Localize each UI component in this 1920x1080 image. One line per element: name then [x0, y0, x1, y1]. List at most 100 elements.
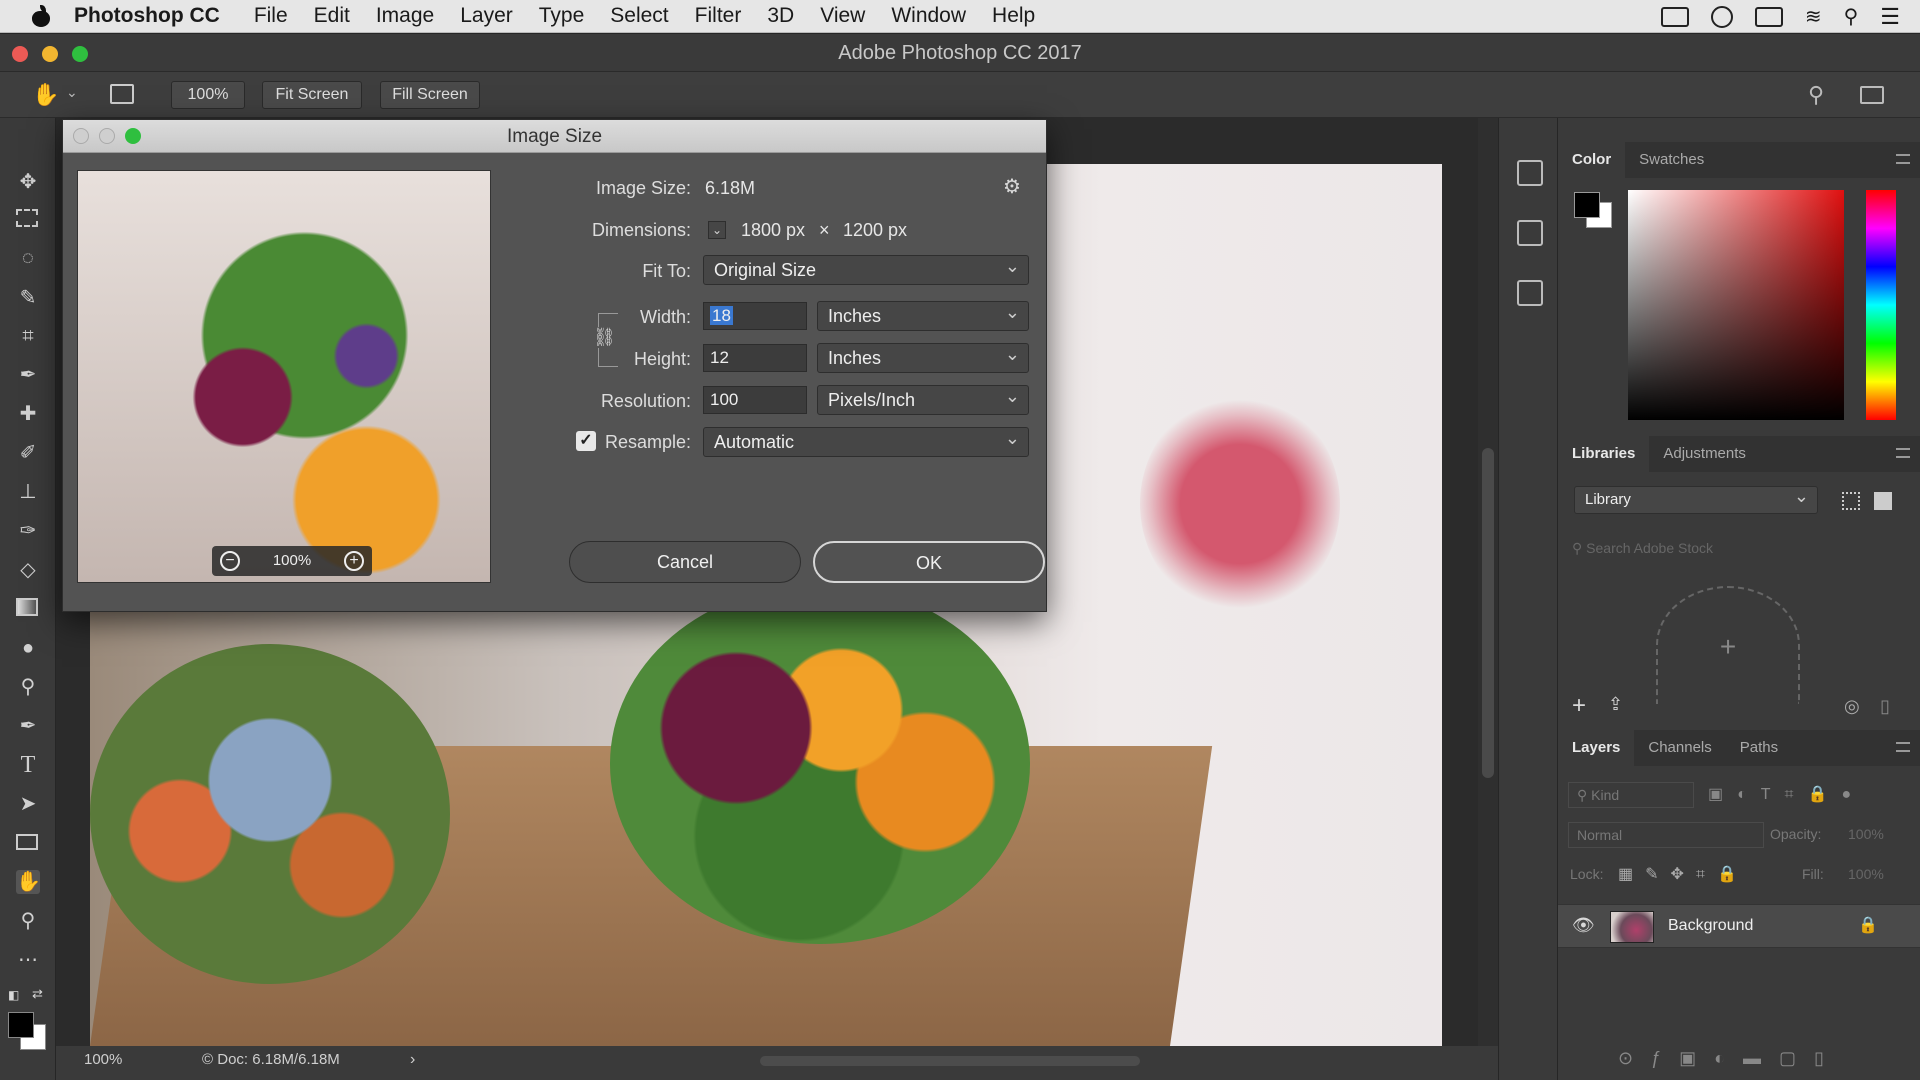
lasso-tool-icon[interactable]: ◌	[16, 246, 40, 270]
resample-select[interactable]: Automatic	[703, 424, 1029, 457]
image-preview[interactable]: − 100% +	[77, 170, 491, 583]
menu-help[interactable]: Help	[992, 4, 1035, 28]
tab-adjustments[interactable]: Adjustments	[1649, 436, 1760, 472]
menu-window[interactable]: Window	[891, 4, 966, 28]
display-icon[interactable]	[1660, 6, 1689, 27]
menu-image[interactable]: Image	[376, 4, 434, 28]
layer-name[interactable]: Background	[1668, 917, 1753, 935]
crop-tool-icon[interactable]: ⌗	[16, 324, 40, 348]
zoom-out-icon[interactable]: −	[220, 551, 240, 571]
sync-status-icon[interactable]: ◎	[1844, 696, 1860, 717]
history-brush-tool-icon[interactable]: ✑	[16, 519, 40, 543]
menu-view[interactable]: View	[820, 4, 865, 28]
close-window-button[interactable]	[12, 46, 28, 62]
layer-kind-filter[interactable]: ⚲ Kind	[1568, 782, 1694, 808]
menu-layer[interactable]: Layer	[460, 4, 513, 28]
stock-search-field[interactable]: ⚲ Search Adobe Stock	[1572, 534, 1906, 562]
constrain-proportions-link-icon[interactable]: ⛓	[593, 327, 616, 348]
default-colors-icon[interactable]: ◧	[8, 988, 19, 1002]
list-view-icon[interactable]	[1874, 492, 1892, 510]
grid-view-icon[interactable]	[1842, 492, 1860, 510]
height-unit-select[interactable]: Inches	[817, 340, 1029, 373]
status-menu-chevron-icon[interactable]: ›	[410, 1046, 415, 1074]
color-picker-field[interactable]	[1628, 190, 1844, 420]
zoom-window-button[interactable]	[72, 46, 88, 62]
opacity-value[interactable]: 100%	[1848, 826, 1884, 842]
menu-select[interactable]: Select	[610, 4, 668, 28]
layers-bottom-toolbar[interactable]: ⊙ƒ▣◐▬▢▯	[1558, 1036, 1920, 1080]
quick-selection-tool-icon[interactable]: ✎	[16, 286, 40, 310]
resolution-input[interactable]: 100	[703, 386, 807, 414]
tab-layers[interactable]: Layers	[1558, 730, 1635, 766]
creative-cloud-icon[interactable]	[1710, 5, 1733, 28]
dialog-close-button[interactable]	[73, 128, 89, 144]
dialog-minimize-button[interactable]	[99, 128, 115, 144]
marquee-tool-icon[interactable]	[16, 209, 38, 227]
fill-value[interactable]: 100%	[1848, 866, 1884, 882]
healing-brush-tool-icon[interactable]: ✚	[16, 402, 40, 426]
hue-slider[interactable]	[1866, 190, 1896, 420]
width-unit-select[interactable]: Inches	[817, 298, 1029, 331]
menu-filter[interactable]: Filter	[695, 4, 742, 28]
path-selection-tool-icon[interactable]: ➤	[16, 792, 40, 816]
dimensions-units-dropdown[interactable]: ⌄	[708, 221, 726, 239]
layer-filter-icons[interactable]: ▣◐T⌗🔒●	[1708, 784, 1865, 804]
notification-list-icon[interactable]: ☰	[1880, 4, 1900, 30]
wifi-icon[interactable]: ≋	[1805, 4, 1822, 29]
upload-icon[interactable]: ⇪	[1608, 694, 1623, 715]
move-tool-icon[interactable]: ✥	[16, 170, 40, 194]
status-zoom[interactable]: 100%	[84, 1046, 122, 1074]
brush-tool-icon[interactable]: ✐	[16, 441, 40, 465]
apple-logo-icon[interactable]	[30, 5, 52, 27]
fit-to-select[interactable]: Original Size	[703, 252, 1029, 285]
zoom-in-icon[interactable]: +	[344, 551, 364, 571]
pen-tool-icon[interactable]: ✒	[16, 714, 40, 738]
gradient-tool-icon[interactable]	[16, 598, 38, 616]
menu-file[interactable]: File	[254, 4, 288, 28]
more-tools-icon[interactable]: ⋯	[16, 948, 40, 972]
history-panel-icon[interactable]	[1517, 160, 1543, 186]
tab-channels[interactable]: Channels	[1634, 730, 1725, 766]
rectangle-tool-icon[interactable]	[16, 834, 38, 850]
fit-screen-button[interactable]: Fit Screen	[262, 81, 362, 109]
vertical-scrollbar[interactable]	[1478, 118, 1498, 1046]
fill-screen-button[interactable]: Fill Screen	[380, 81, 480, 109]
dodge-tool-icon[interactable]: ⚲	[16, 675, 40, 699]
zoom-100-button[interactable]: 100%	[171, 81, 245, 109]
properties-panel-icon[interactable]	[1517, 220, 1543, 246]
hand-tool-icon[interactable]: ✋	[16, 870, 41, 894]
add-library-item-icon[interactable]: +	[1656, 586, 1800, 704]
delete-library-item-icon[interactable]: ▯	[1880, 696, 1890, 717]
tool-preset-chevron-icon[interactable]: ⌄	[66, 84, 78, 101]
library-select[interactable]: Library	[1574, 483, 1818, 514]
tab-swatches[interactable]: Swatches	[1625, 142, 1718, 178]
zoom-tool-icon[interactable]: ⚲	[16, 909, 40, 933]
lock-icons[interactable]: ▦✎✥⌗🔒	[1618, 864, 1749, 884]
vertical-scroll-thumb[interactable]	[1482, 448, 1494, 778]
type-tool-icon[interactable]: T	[16, 753, 40, 777]
search-icon[interactable]: ⚲	[1808, 82, 1824, 108]
workspace-switcher-icon[interactable]	[1860, 86, 1884, 104]
tab-color[interactable]: Color	[1558, 142, 1626, 178]
eraser-tool-icon[interactable]: ◇	[16, 558, 40, 582]
scroll-all-windows-icon[interactable]	[110, 84, 134, 104]
layer-row-background[interactable]: 👁 Background 🔒	[1558, 904, 1920, 948]
tab-libraries[interactable]: Libraries	[1558, 436, 1650, 472]
panel-menu-icon[interactable]	[1896, 742, 1910, 752]
resolution-unit-select[interactable]: Pixels/Inch	[817, 382, 1029, 415]
minimize-window-button[interactable]	[42, 46, 58, 62]
ok-button[interactable]: OK	[813, 541, 1045, 583]
dialog-zoom-button[interactable]	[125, 128, 141, 144]
width-input[interactable]: 18	[703, 302, 807, 330]
blend-mode-select[interactable]: Normal	[1568, 822, 1764, 848]
tab-paths[interactable]: Paths	[1726, 730, 1792, 766]
color-fg-swatch[interactable]	[1574, 192, 1600, 218]
panel-menu-icon[interactable]	[1896, 448, 1910, 458]
panel-menu-icon[interactable]	[1896, 154, 1910, 164]
menu-edit[interactable]: Edit	[314, 4, 350, 28]
paths-panel-icon[interactable]	[1517, 280, 1543, 306]
cancel-button[interactable]: Cancel	[569, 541, 801, 583]
blur-tool-icon[interactable]: ●	[16, 636, 40, 660]
settings-gear-icon[interactable]: ⚙	[1003, 174, 1021, 199]
height-input[interactable]: 12	[703, 344, 807, 372]
